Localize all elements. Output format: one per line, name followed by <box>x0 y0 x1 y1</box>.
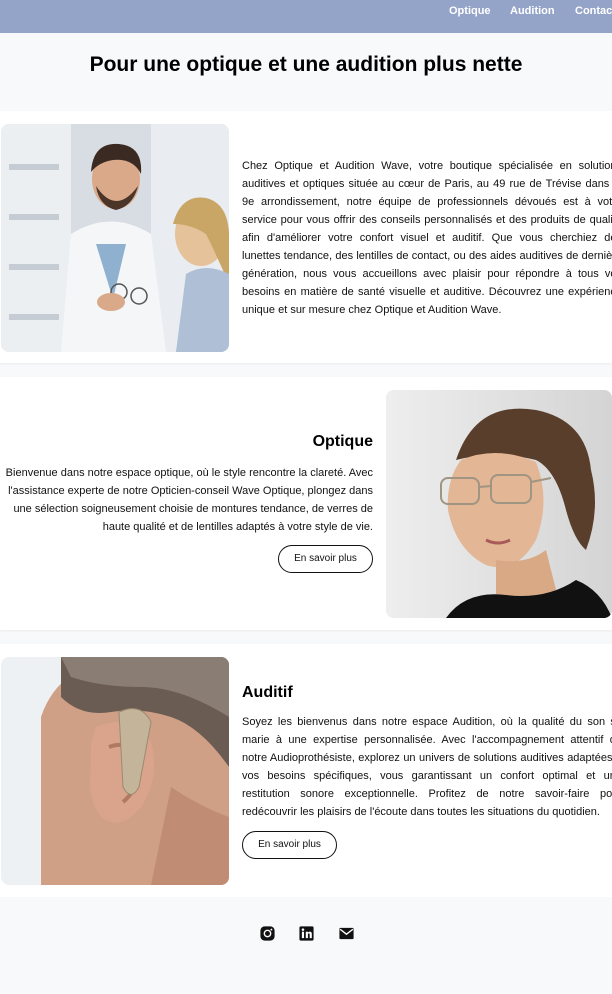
woman-glasses-photo <box>386 390 612 618</box>
mail-icon[interactable] <box>338 925 355 942</box>
linkedin-icon[interactable] <box>298 925 315 942</box>
footer <box>0 897 612 994</box>
hero-banner: Pour une optique et une audition plus ne… <box>0 33 612 111</box>
nav-link-audition[interactable]: Audition <box>510 5 555 17</box>
auditif-title: Auditif <box>242 684 293 701</box>
hearing-aid-photo <box>1 657 229 885</box>
instagram-icon[interactable] <box>259 925 276 942</box>
optique-section: Optique Bienvenue dans notre espace opti… <box>0 377 612 630</box>
auditif-section: Auditif Soyez les bienvenus dans notre e… <box>0 644 612 897</box>
intro-section: Chez Optique et Audition Wave, votre bou… <box>0 111 612 363</box>
nav-link-contact[interactable]: Contact <box>575 5 612 17</box>
optique-title: Optique <box>312 433 373 450</box>
page-title: Pour une optique et une audition plus ne… <box>89 53 523 76</box>
optique-paragraph: Bienvenue dans notre espace optique, où … <box>5 467 373 533</box>
optician-photo <box>1 124 229 352</box>
top-navigation: Optique Audition Contact <box>0 0 612 33</box>
auditif-learn-more-button[interactable]: En savoir plus <box>242 831 337 859</box>
intro-paragraph: Chez Optique et Audition Wave, votre bou… <box>242 160 612 316</box>
auditif-paragraph: Soyez les bienvenus dans notre espace Au… <box>242 716 612 818</box>
nav-link-optique[interactable]: Optique <box>449 5 491 17</box>
optique-learn-more-button[interactable]: En savoir plus <box>278 545 373 573</box>
